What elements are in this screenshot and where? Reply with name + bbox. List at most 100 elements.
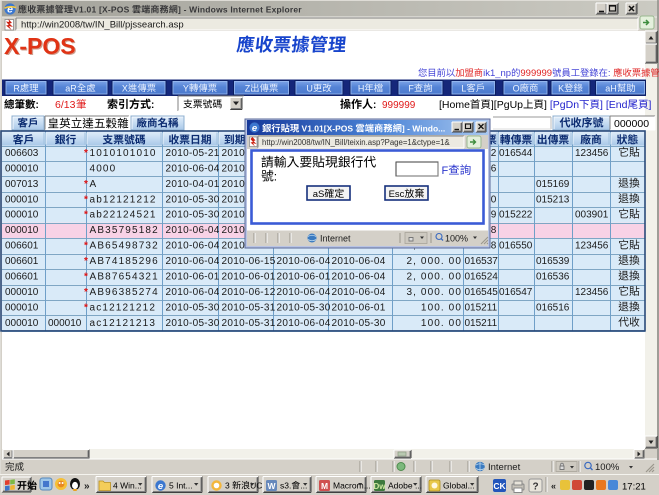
svg-text:015222: 015222 <box>499 210 533 221</box>
svg-text:ab12121212: ab12121212 <box>90 194 157 205</box>
svg-text:AB87654321: AB87654321 <box>90 272 159 283</box>
svg-text:aR: aR <box>65 83 77 93</box>
svg-text:016550: 016550 <box>499 241 533 252</box>
svg-text:2010-06-01: 2010-06-01 <box>277 272 331 283</box>
svg-text:AB96385274: AB96385274 <box>90 287 159 298</box>
svg-text:006603: 006603 <box>5 148 39 159</box>
svg-text:2010-04-01: 2010-04-01 <box>166 179 220 190</box>
svg-text:2010-06-01: 2010-06-01 <box>332 302 386 313</box>
svg-text:2010-05-31: 2010-05-31 <box>222 318 276 329</box>
svg-text:000010: 000010 <box>48 318 82 329</box>
svg-text::: : <box>373 100 376 111</box>
svg-text:000010: 000010 <box>5 302 39 313</box>
svg-text:M: M <box>321 481 328 491</box>
svg-text:Adobe ...: Adobe ... <box>388 481 422 491</box>
svg-text:*: * <box>84 210 88 221</box>
svg-text:K: K <box>558 83 564 93</box>
svg-text:Dw: Dw <box>374 482 387 491</box>
svg-text:016539: 016539 <box>536 256 570 267</box>
svg-text:] [End: ] [End <box>600 99 628 111</box>
svg-text::: : <box>151 100 154 111</box>
svg-text:000010: 000010 <box>5 163 39 174</box>
svg-text:006601: 006601 <box>5 272 39 283</box>
svg-text:s3.: s3. <box>280 481 291 491</box>
svg-text:016524: 016524 <box>465 272 499 283</box>
svg-text:X-POS: X-POS <box>4 33 76 59</box>
svg-text:016544: 016544 <box>499 148 533 159</box>
svg-text:123456: 123456 <box>575 287 609 298</box>
svg-text:2010-05-30: 2010-05-30 <box>166 194 220 205</box>
svg-text:e: e <box>7 4 13 16</box>
svg-text:Global...: Global... <box>443 481 475 491</box>
svg-text:U: U <box>306 83 313 93</box>
svg-text:R: R <box>13 83 20 93</box>
svg-text:aH: aH <box>605 83 617 93</box>
svg-text:Z: Z <box>245 83 251 93</box>
svg-text:»: » <box>84 481 90 492</box>
svg-text:016536: 016536 <box>536 272 570 283</box>
svg-text:UC: UC <box>250 481 262 491</box>
svg-text:e: e <box>252 123 258 134</box>
svg-text:Y: Y <box>183 83 189 93</box>
svg-text:999999: 999999 <box>382 100 416 111</box>
svg-text:016545: 016545 <box>465 287 499 298</box>
svg-text:015213: 015213 <box>536 194 570 205</box>
svg-text:http://win2008/tw/IN_Bill/teix: http://win2008/tw/IN_Bill/teixin.asp?Pag… <box>262 138 450 147</box>
svg-text:015211: 015211 <box>465 302 498 313</box>
svg-text:999999: 999999 <box>520 68 552 79</box>
svg-text:000010: 000010 <box>5 318 39 329</box>
svg-text:000010: 000010 <box>5 287 39 298</box>
svg-text:3: 3 <box>225 481 232 491</box>
svg-text:H: H <box>358 83 365 93</box>
svg-text:2010-06-12: 2010-06-12 <box>222 287 276 298</box>
svg-text:100. 00: 100. 00 <box>421 318 462 329</box>
svg-text:4000: 4000 <box>90 163 117 174</box>
svg-text::: : <box>274 170 277 184</box>
svg-text:2010-06-04: 2010-06-04 <box>332 287 386 298</box>
svg-text::: : <box>36 100 39 111</box>
svg-text:*: * <box>84 148 88 159</box>
svg-text:2010-06-04: 2010-06-04 <box>277 287 331 298</box>
svg-text:]: ] <box>649 99 652 111</box>
svg-text:2010-06-04: 2010-06-04 <box>277 318 331 329</box>
svg-text:2010-06-04: 2010-06-04 <box>332 272 386 283</box>
svg-text:2010-05-30: 2010-05-30 <box>166 302 220 313</box>
svg-text:ik1_np: ik1_np <box>483 68 511 79</box>
svg-text:...: ... <box>300 481 307 491</box>
svg-text:3, 000. 00: 3, 000. 00 <box>407 287 462 298</box>
svg-text:ab22124521: ab22124521 <box>90 210 157 221</box>
svg-text:000010: 000010 <box>5 225 39 236</box>
svg-text:Internet: Internet <box>488 462 521 473</box>
svg-text:e: e <box>158 481 164 492</box>
svg-text:100. 00: 100. 00 <box>421 302 462 313</box>
svg-text:4 Win...: 4 Win... <box>113 481 142 491</box>
svg-text:016547: 016547 <box>499 287 533 298</box>
svg-text:17:21: 17:21 <box>622 482 646 493</box>
svg-text:A: A <box>90 179 98 190</box>
svg-text:000010: 000010 <box>5 210 39 221</box>
svg-text:2010-06-04: 2010-06-04 <box>166 225 220 236</box>
svg-text:W: W <box>267 481 276 491</box>
svg-text:2010-06-01: 2010-06-01 <box>166 272 220 283</box>
svg-text:123456: 123456 <box>575 148 609 159</box>
svg-text:*: * <box>84 256 88 267</box>
svg-text:*: * <box>84 287 88 298</box>
svg-text:http://win2008/tw/IN_Bill/pjss: http://win2008/tw/IN_Bill/pjssearch.asp <box>21 20 184 31</box>
svg-text:*: * <box>84 241 88 252</box>
svg-text:2010-05-30: 2010-05-30 <box>166 210 220 221</box>
svg-text:2010-06-01: 2010-06-01 <box>222 272 276 283</box>
svg-text:*: * <box>84 179 88 190</box>
svg-text:2, 000. 00: 2, 000. 00 <box>407 272 462 283</box>
svg-text:016516: 016516 <box>536 302 570 313</box>
svg-text:?: ? <box>532 482 538 493</box>
svg-text:5 Int...: 5 Int... <box>169 481 193 491</box>
svg-text:AB65498732: AB65498732 <box>90 241 159 252</box>
svg-text:CK: CK <box>493 481 506 491</box>
svg-text:Internet: Internet <box>320 234 351 244</box>
svg-text:Macrom...: Macrom... <box>333 481 371 491</box>
svg-text:2010-05-30: 2010-05-30 <box>332 318 386 329</box>
svg-text:] - Windo...: ] - Windo... <box>402 124 445 134</box>
svg-text:2010-06-04: 2010-06-04 <box>332 256 386 267</box>
svg-text:2010-05-30: 2010-05-30 <box>166 318 220 329</box>
svg-text:][PgUp: ][PgUp <box>491 99 523 111</box>
